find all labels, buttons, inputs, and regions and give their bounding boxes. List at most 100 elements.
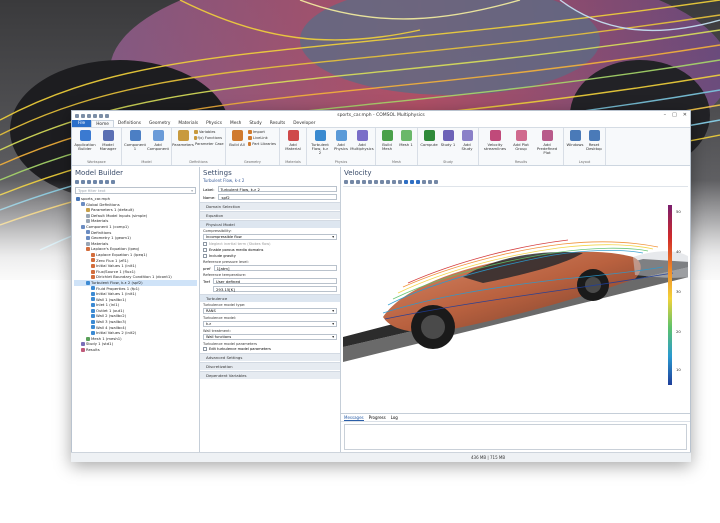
add-material-button[interactable]: Add Material <box>283 130 303 151</box>
mesh1-icon <box>400 130 412 141</box>
compressibility-select[interactable]: Incompressible flow ▾ <box>203 234 337 240</box>
scene-light-icon[interactable] <box>422 180 426 184</box>
parameters-button[interactable]: Parameters <box>172 130 194 147</box>
ref-temp-field[interactable]: 293.15[K] <box>213 286 337 292</box>
turb-model-type-select[interactable]: RANS ▾ <box>203 308 337 314</box>
mesh1-button[interactable]: Mesh 1 <box>398 130 414 147</box>
group-label-results: Results <box>514 160 528 164</box>
build-mesh-button[interactable]: Build Mesh <box>379 130 395 151</box>
functions-button[interactable]: f(x) Functions <box>194 136 222 140</box>
add-component-button[interactable]: Add Component <box>147 130 169 151</box>
label-field[interactable]: Turbulent Flow, k-ε 2 <box>217 186 337 192</box>
wireframe-icon[interactable] <box>410 180 414 184</box>
down-icon[interactable] <box>93 180 97 184</box>
minimize-button[interactable]: – <box>664 112 667 118</box>
tab-geometry[interactable]: Geometry <box>145 120 174 127</box>
livelink-button[interactable]: LiveLink <box>248 136 276 140</box>
ref-pressure-field[interactable]: 1[atm] <box>213 265 337 271</box>
marketing-stage: sports_car.mph - COMSOL Multiphysics – □… <box>0 0 720 523</box>
tab-messages[interactable]: Messages <box>344 415 364 421</box>
ribbon: Application Builder Model Manager Worksp… <box>72 128 690 166</box>
group-label-layout: Layout <box>578 160 591 164</box>
section-physical-model[interactable]: Physical Model <box>200 220 340 228</box>
tab-mesh[interactable]: Mesh <box>226 120 245 127</box>
velocity-plot-button[interactable]: Velocity streamlines <box>482 130 508 151</box>
tab-log[interactable]: Log <box>391 415 398 420</box>
tree-node[interactable]: Results <box>74 347 197 353</box>
tree-node-icon <box>91 308 95 313</box>
build-all-button[interactable]: Build All <box>229 130 245 147</box>
tab-physics[interactable]: Physics <box>202 120 226 127</box>
variables-button[interactable]: Variables <box>194 130 222 134</box>
add-physics-button[interactable]: Add Physics <box>333 130 349 151</box>
tab-materials[interactable]: Materials <box>174 120 202 127</box>
plot-group-icon <box>489 130 501 141</box>
perspective-icon[interactable] <box>392 180 396 184</box>
title-bar: sports_car.mph - COMSOL Multiphysics – □… <box>72 111 690 120</box>
up-icon[interactable] <box>87 180 91 184</box>
group-label-model: Model <box>141 160 152 164</box>
reset-desktop-label: Reset Desktop <box>586 142 602 152</box>
section-equation[interactable]: Equation <box>200 211 340 219</box>
forward-icon[interactable] <box>81 180 85 184</box>
snapshot-icon[interactable] <box>428 180 432 184</box>
section-dependent-variables[interactable]: Dependent Variables <box>200 371 340 379</box>
pan-icon[interactable] <box>374 180 378 184</box>
zoom-out-icon[interactable] <box>350 180 354 184</box>
turb-model-select[interactable]: k-ε ▾ <box>203 321 337 327</box>
zoom-in-icon[interactable] <box>344 180 348 184</box>
section-advanced-settings[interactable]: Advanced Settings <box>200 353 340 361</box>
collapse-icon[interactable] <box>105 180 109 184</box>
front-rim <box>421 315 445 339</box>
reset-desktop-button[interactable]: Reset Desktop <box>586 130 602 151</box>
back-icon[interactable] <box>75 180 79 184</box>
section-domain-selection[interactable]: Domain Selection <box>200 202 340 210</box>
ref-temp-mode-select[interactable]: User defined <box>212 278 337 284</box>
graphics-viewport[interactable]: 50 40 30 20 10 <box>343 186 688 411</box>
show-icon[interactable] <box>99 180 103 184</box>
tree-node-label: Results <box>86 347 100 353</box>
windows-button[interactable]: Windows <box>567 130 583 147</box>
section-turbulence[interactable]: Turbulence <box>200 294 340 302</box>
maximize-button[interactable]: □ <box>672 112 677 118</box>
application-builder-button[interactable]: Application Builder <box>74 130 96 151</box>
tab-progress[interactable]: Progress <box>369 415 386 420</box>
zoom-box-icon[interactable] <box>356 180 360 184</box>
section-discretization[interactable]: Discretization <box>200 362 340 370</box>
wall-treatment-select[interactable]: Wall functions ▾ <box>203 334 337 340</box>
grid-icon[interactable] <box>416 180 420 184</box>
zoom-extents-icon[interactable] <box>362 180 366 184</box>
turbulent-flow-button[interactable]: Turbulent Flow, k-ε 2 <box>310 130 330 156</box>
add-study-button[interactable]: Add Study <box>459 130 475 151</box>
rotate-icon[interactable] <box>368 180 372 184</box>
add-multiphysics-button[interactable]: Add Multiphysics <box>350 130 374 151</box>
part-libraries-button[interactable]: Part Libraries <box>248 142 276 146</box>
expand-icon[interactable] <box>111 180 115 184</box>
study1-button[interactable]: Study 1 <box>440 130 456 147</box>
add-plot-group-button[interactable]: Add Plot Group <box>511 130 531 151</box>
lighting-icon[interactable] <box>398 180 402 184</box>
select-icon[interactable] <box>380 180 384 184</box>
views-icon[interactable] <box>386 180 390 184</box>
import-button[interactable]: Import <box>248 130 276 134</box>
tab-file[interactable]: File <box>72 120 92 127</box>
edit-turb-params-checkbox[interactable]: Edit turbulence model parameters <box>200 346 340 352</box>
model-manager-button[interactable]: Model Manager <box>98 130 118 151</box>
model-builder-toolbar <box>72 178 199 186</box>
tree-filter-input[interactable]: Type filter text ▾ <box>75 187 196 194</box>
transparency-icon[interactable] <box>404 180 408 184</box>
tab-study[interactable]: Study <box>245 120 265 127</box>
tree-node-icon <box>86 336 90 341</box>
tab-definitions[interactable]: Definitions <box>114 120 145 127</box>
compute-button[interactable]: Compute <box>420 130 438 147</box>
tab-results[interactable]: Results <box>266 120 290 127</box>
tab-home[interactable]: Home <box>91 120 114 127</box>
close-button[interactable]: ✕ <box>683 112 687 118</box>
livelink-icon <box>248 136 252 140</box>
parameter-case-button[interactable]: Parameter Case <box>194 142 224 146</box>
component-button[interactable]: Component 1 <box>124 130 146 151</box>
name-field[interactable]: spf2 <box>218 194 337 200</box>
print-icon[interactable] <box>434 180 438 184</box>
add-predefined-plot-button[interactable]: Add Predefined Plot <box>534 130 560 156</box>
tab-developer[interactable]: Developer <box>289 120 319 127</box>
